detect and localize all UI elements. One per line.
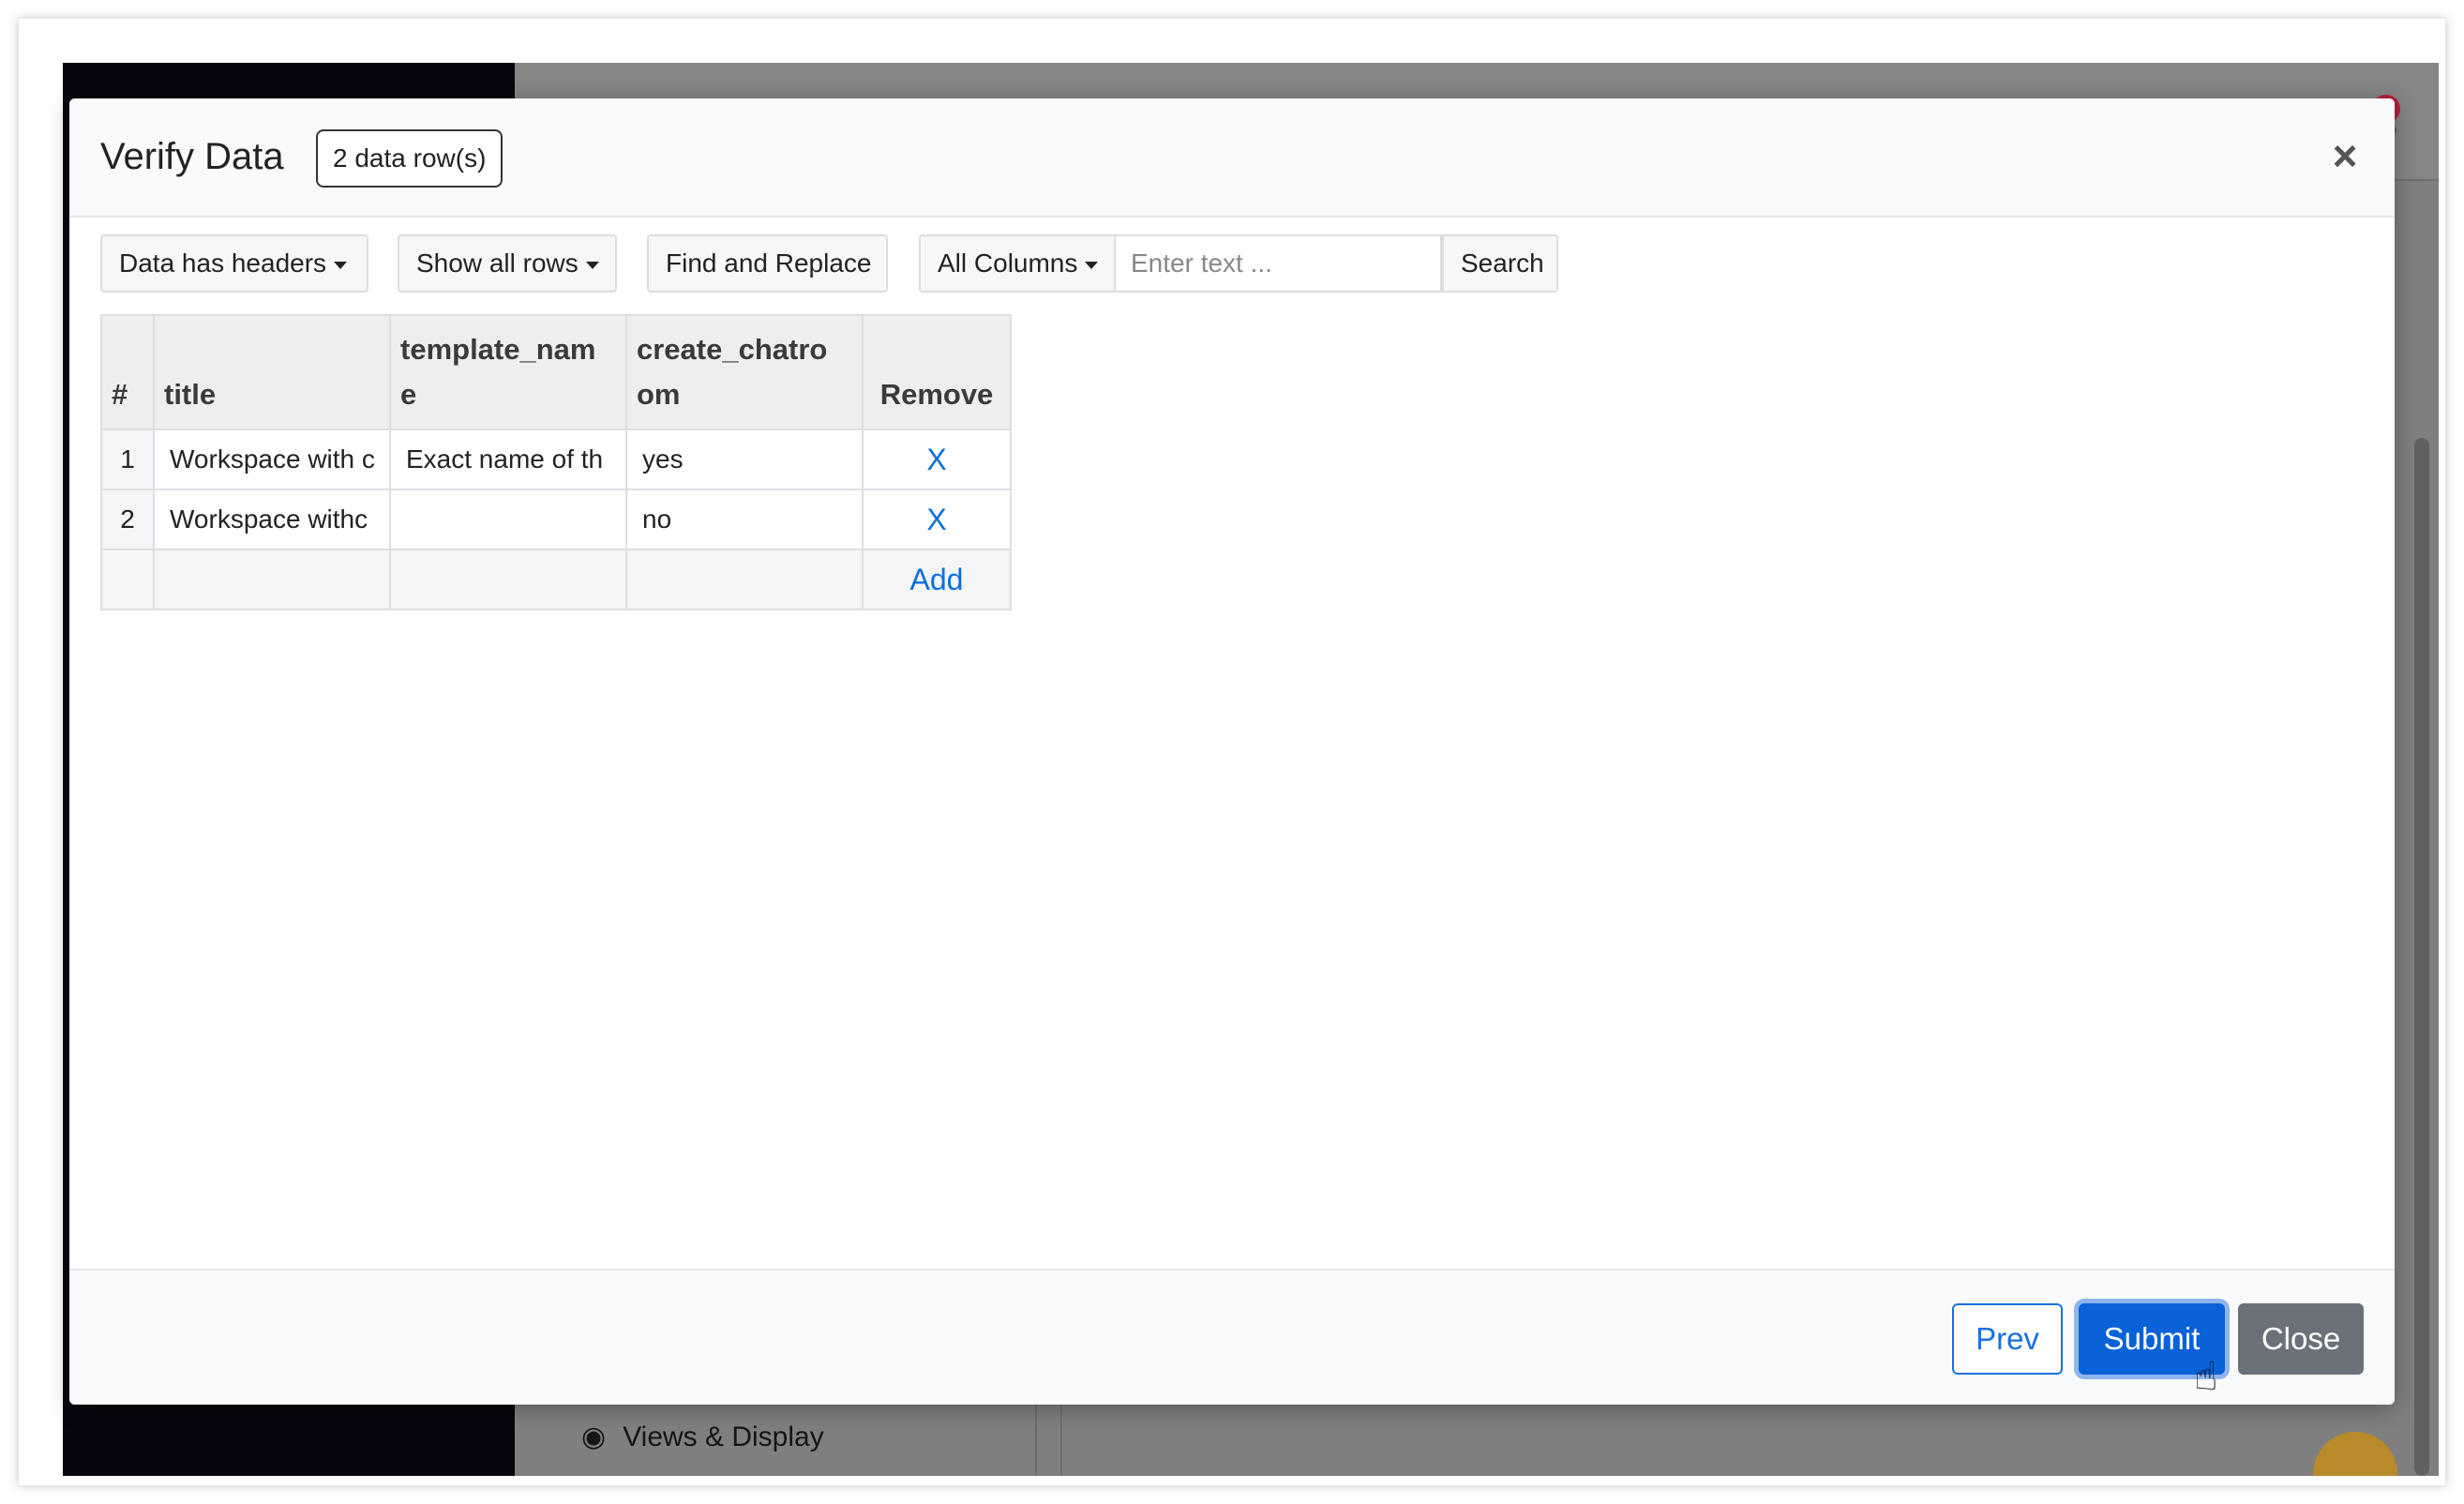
search-button[interactable]: Search xyxy=(1442,234,1558,293)
empty-cell xyxy=(153,549,391,610)
table-header-row: # title template_nam e create_chatro om … xyxy=(100,314,1012,430)
caret-down-icon xyxy=(334,261,348,269)
all-columns-dropdown[interactable]: All Columns xyxy=(919,234,1116,293)
search-input[interactable] xyxy=(1116,234,1442,293)
cell-title-text: Workspace withc xyxy=(170,504,368,534)
modal-title: Verify Data xyxy=(100,136,284,177)
remove-cell: X xyxy=(862,429,1012,490)
row-number: 2 xyxy=(100,489,155,550)
empty-cell xyxy=(389,549,627,610)
cell-title[interactable]: Workspace withc xyxy=(153,489,391,550)
all-columns-label: All Columns xyxy=(938,248,1078,278)
table-row: 2 Workspace withc no X xyxy=(100,489,1012,550)
cell-template-name[interactable]: Exact name of th xyxy=(389,429,627,490)
cell-create-chatroom-text: no xyxy=(642,504,672,534)
modal-header: Verify Data 2 data row(s) × xyxy=(69,98,2395,218)
bg-divider xyxy=(1060,1394,1062,1476)
column-header-template-name: template_nam e xyxy=(389,314,627,430)
prev-button[interactable]: Prev xyxy=(1952,1303,2063,1375)
show-all-rows-label: Show all rows xyxy=(416,248,578,278)
close-icon[interactable]: × xyxy=(2321,132,2368,179)
data-has-headers-label: Data has headers xyxy=(119,248,327,278)
caret-down-icon xyxy=(1085,261,1099,269)
row-number: 1 xyxy=(100,429,155,490)
close-button[interactable]: Close xyxy=(2238,1303,2364,1375)
column-header-number: # xyxy=(100,314,155,430)
background-scrollbar[interactable] xyxy=(2414,438,2429,1476)
data-has-headers-dropdown[interactable]: Data has headers xyxy=(100,234,368,293)
views-display-label: Views & Display xyxy=(623,1421,824,1452)
empty-cell xyxy=(100,549,155,610)
cell-title-text: Workspace with c xyxy=(170,444,375,474)
find-replace-button[interactable]: Find and Replace xyxy=(647,234,888,293)
remove-cell: X xyxy=(862,489,1012,550)
column-header-create-chatroom: create_chatro om xyxy=(625,314,864,430)
add-row: Add xyxy=(100,549,1012,610)
cell-title[interactable]: Workspace with c xyxy=(153,429,391,490)
modal-footer: Prev Submit Close xyxy=(69,1269,2395,1405)
cell-template-name[interactable] xyxy=(389,489,627,550)
verify-data-modal: Verify Data 2 data row(s) × Data has hea… xyxy=(69,98,2395,1405)
column-header-title: title xyxy=(153,314,391,430)
data-table: # title template_nam e create_chatro om … xyxy=(100,314,1012,610)
add-row-button[interactable]: Add xyxy=(910,563,964,596)
caret-down-icon xyxy=(585,261,599,269)
cell-create-chatroom-text: yes xyxy=(642,444,684,474)
bg-divider xyxy=(1035,1394,1037,1476)
views-display-link[interactable]: ◉ Views & Display xyxy=(581,1421,824,1453)
hand-cursor-icon: ☝ xyxy=(2194,1354,2218,1398)
cell-create-chatroom[interactable]: yes xyxy=(625,429,864,490)
remove-row-button[interactable]: X xyxy=(926,443,946,476)
show-all-rows-dropdown[interactable]: Show all rows xyxy=(398,234,617,293)
table-row: 1 Workspace with c Exact name of th yes … xyxy=(100,429,1012,490)
eye-icon: ◉ xyxy=(581,1421,607,1452)
column-header-remove: Remove xyxy=(862,314,1012,430)
remove-row-button[interactable]: X xyxy=(926,503,946,536)
add-cell: Add xyxy=(862,549,1012,610)
cell-template-name-text: Exact name of th xyxy=(406,444,604,474)
floating-action-button[interactable] xyxy=(2313,1432,2397,1476)
empty-cell xyxy=(625,549,864,610)
row-count-badge: 2 data row(s) xyxy=(316,129,503,188)
cell-create-chatroom[interactable]: no xyxy=(625,489,864,550)
